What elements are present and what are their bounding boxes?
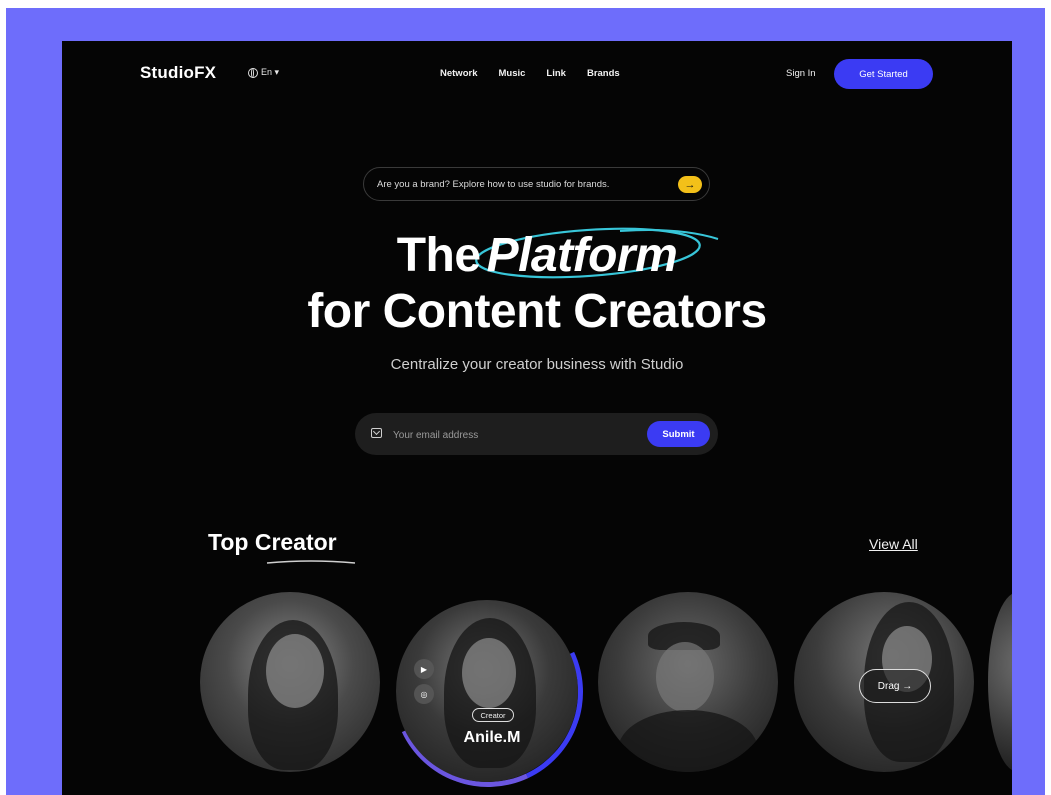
- youtube-icon[interactable]: ▶: [414, 659, 434, 679]
- mail-icon: [371, 428, 382, 438]
- drag-handle[interactable]: Drag →: [859, 669, 931, 703]
- view-all-link[interactable]: View All: [869, 536, 918, 552]
- email-signup-form: Submit: [355, 413, 718, 455]
- submit-button[interactable]: Submit: [647, 421, 710, 447]
- creator-card[interactable]: [598, 592, 778, 772]
- brand-logo[interactable]: StudioFX: [140, 63, 216, 83]
- main-nav: Network Music Link Brands: [440, 68, 620, 79]
- creator-card[interactable]: [200, 592, 380, 772]
- instagram-icon[interactable]: ◎: [414, 684, 434, 704]
- nav-link-music[interactable]: Music: [498, 68, 525, 79]
- creator-card[interactable]: [988, 592, 1012, 772]
- email-input[interactable]: [391, 423, 635, 447]
- get-started-button[interactable]: Get Started: [834, 59, 933, 89]
- announcement-text: Are you a brand? Explore how to use stud…: [377, 178, 610, 190]
- headline-line-2: for Content Creators: [307, 285, 767, 338]
- globe-icon: [248, 67, 258, 78]
- language-label: En ▾: [261, 67, 280, 77]
- headline-line-1: The Platform: [62, 228, 1012, 283]
- nav-link-link[interactable]: Link: [546, 68, 566, 79]
- landing-page: StudioFX En ▾ Network Music Link Brands …: [62, 41, 1012, 795]
- section-title: Top Creator: [208, 529, 337, 555]
- sign-in-link[interactable]: Sign In: [786, 68, 816, 79]
- creator-name: Anile.M: [463, 729, 521, 746]
- title-underline: [266, 560, 356, 564]
- brand-announcement[interactable]: Are you a brand? Explore how to use stud…: [363, 167, 710, 201]
- subheadline: Centralize your creator business with St…: [390, 356, 684, 373]
- nav-link-brands[interactable]: Brands: [587, 68, 620, 79]
- language-selector[interactable]: En ▾: [248, 67, 279, 78]
- headline-prefix: The: [396, 229, 481, 282]
- arrow-right-icon[interactable]: →: [678, 176, 702, 193]
- creator-tag: Creator: [472, 708, 514, 722]
- nav-link-network[interactable]: Network: [440, 68, 477, 79]
- headline-highlight: Platform: [486, 229, 678, 282]
